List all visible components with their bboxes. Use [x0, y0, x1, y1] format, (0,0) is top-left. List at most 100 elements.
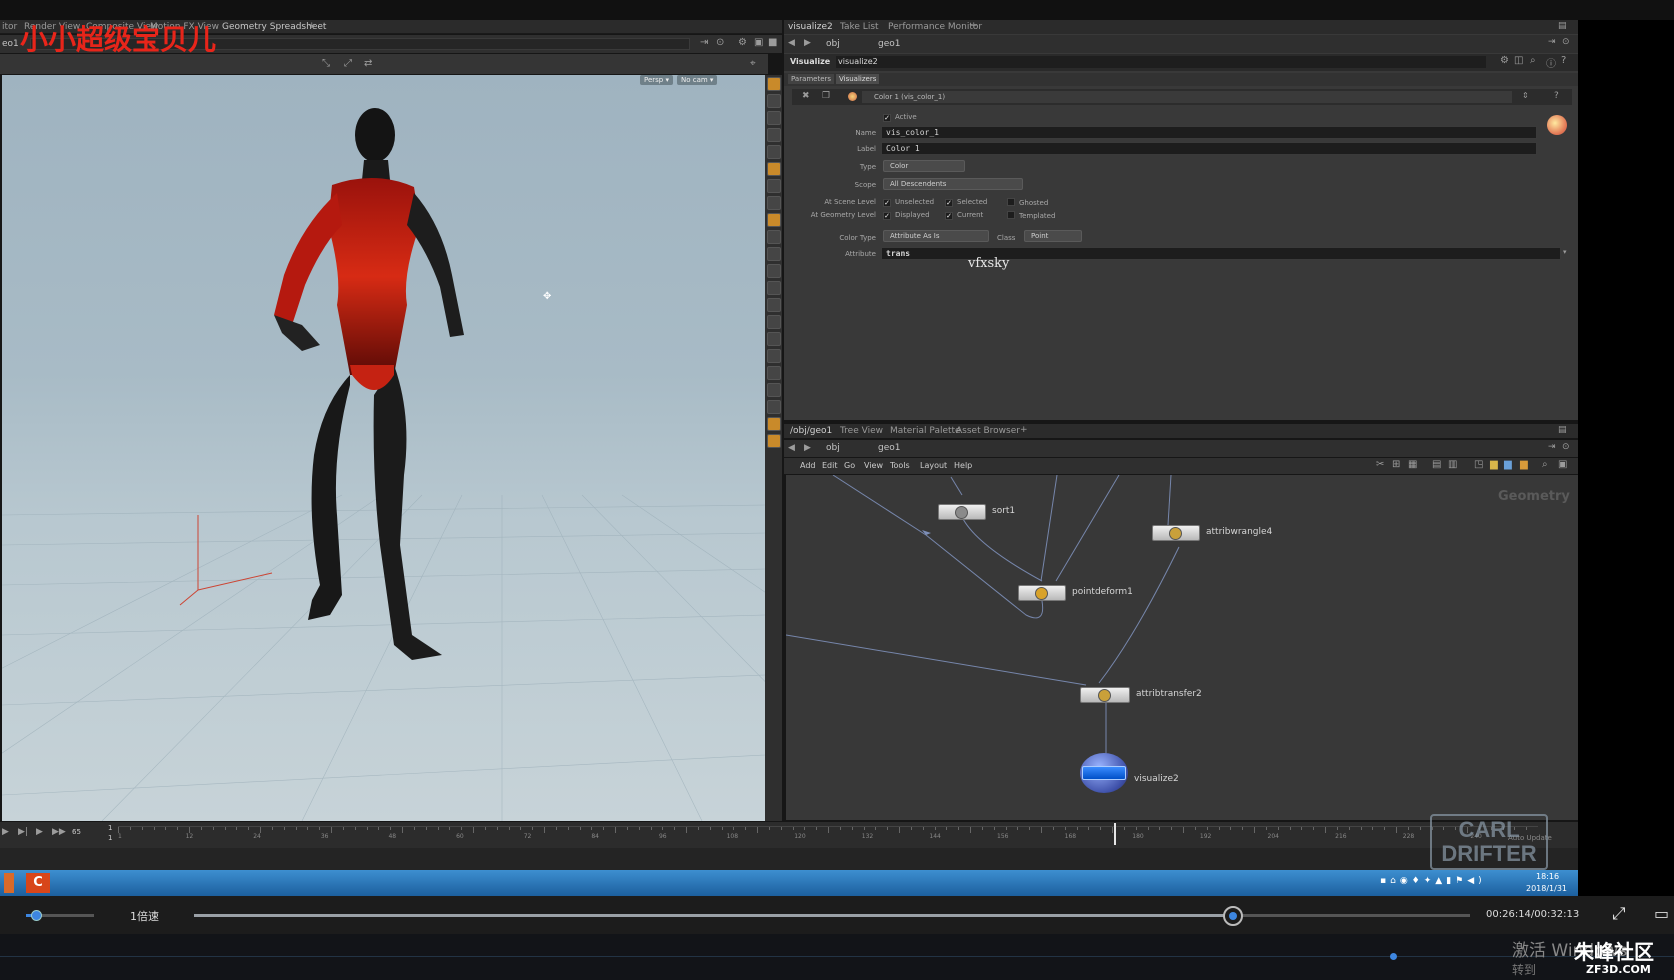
select-tool-icon[interactable]: ⤡	[322, 58, 330, 69]
network-editor[interactable]: Geometry sort1 attribwrangle4 pointdefor…	[786, 475, 1578, 820]
panel-layout-icon[interactable]: ▤	[1558, 21, 1567, 31]
fullscreen-icon[interactable]: ⤢	[1612, 904, 1626, 924]
play-back-icon[interactable]: ▶	[2, 827, 9, 837]
screen-mode-icon[interactable]: ▭	[1654, 904, 1669, 923]
snapshot-icon[interactable]: ◳	[1474, 459, 1483, 470]
network-box-icon[interactable]: ▆	[1504, 459, 1512, 470]
settings-icon[interactable]: ⚙	[738, 37, 747, 48]
node-attribtransfer2[interactable]	[1080, 687, 1130, 703]
params-add-tab-icon[interactable]: +	[970, 21, 978, 31]
pivot-icon[interactable]	[766, 332, 781, 346]
ghost-icon[interactable]	[766, 162, 781, 176]
end-icon[interactable]: ▶▶	[52, 827, 66, 837]
left-tab-0[interactable]: itor	[2, 22, 17, 32]
columns-icon[interactable]: ▥	[1448, 459, 1457, 470]
network-tab-0[interactable]: /obj/geo1	[790, 426, 832, 436]
link-icon-2[interactable]: ⊙	[1562, 37, 1570, 47]
menu-edit[interactable]: Edit	[822, 461, 838, 470]
attribute-menu-icon[interactable]: ▾	[1563, 248, 1567, 256]
viewport-3d[interactable]: Persp ▾ No cam ▾ ✥	[2, 75, 765, 821]
params-path-geo[interactable]: geo1	[878, 39, 900, 49]
volume-knob[interactable]	[31, 910, 43, 921]
network-tab-3[interactable]: Asset Browser	[956, 426, 1020, 436]
group-icon[interactable]	[766, 366, 781, 380]
menu-add[interactable]: Add	[800, 461, 816, 470]
tray-icons[interactable]: ▪⌂◉♦✦▲▮⚑◀)	[1380, 876, 1486, 886]
active-checkbox[interactable]: ✓ Active	[883, 113, 917, 122]
speed-button[interactable]: 1倍速	[130, 908, 159, 924]
cam-button[interactable]: No cam ▾	[677, 75, 718, 85]
timeline-playhead[interactable]	[1114, 823, 1116, 845]
visualizer-selector[interactable]: Color 1 (vis_color_1)	[862, 91, 1512, 103]
network-tab-1[interactable]: Tree View	[840, 426, 883, 436]
params-tab-2[interactable]: Performance Monitor	[888, 22, 982, 32]
add-tab-icon[interactable]: +	[308, 21, 316, 31]
node-attribwrangle4[interactable]	[1152, 525, 1200, 541]
split-icon[interactable]: ◫	[1514, 55, 1523, 66]
lock-icon[interactable]	[766, 111, 781, 125]
selected-checkbox[interactable]: ✓ Selected	[945, 198, 987, 207]
network-path-geo[interactable]: geo1	[878, 443, 900, 453]
gear-icon[interactable]: ⚙	[1500, 55, 1509, 66]
timeline-ruler[interactable]: 1 12 24 36 48 60 72 84 96 108 120 132 144 156 168 180 19…	[118, 823, 1538, 845]
color-type-dropdown[interactable]: Attribute As Is	[883, 230, 989, 242]
wire-icon[interactable]	[766, 230, 781, 244]
class-dropdown[interactable]: Point	[1024, 230, 1082, 242]
forward-icon[interactable]: ▶	[804, 38, 811, 48]
params-path-obj[interactable]: obj	[826, 39, 840, 49]
progress-track[interactable]	[194, 914, 1470, 917]
step-forward-icon[interactable]: ▶|	[18, 827, 28, 837]
vertex-icon[interactable]	[766, 417, 781, 431]
network-path-obj[interactable]: obj	[826, 443, 840, 453]
current-checkbox[interactable]: ✓ Current	[945, 211, 983, 220]
transform-tool-icon[interactable]: ⤢	[344, 58, 352, 69]
node-visualize2[interactable]	[1080, 753, 1128, 793]
node-name-field[interactable]: visualize2	[836, 56, 1486, 68]
menu-go[interactable]: Go	[844, 461, 855, 470]
snap-curve-icon[interactable]	[766, 281, 781, 295]
shading-icon[interactable]	[766, 145, 781, 159]
point-icon[interactable]	[766, 179, 781, 193]
displayed-checkbox[interactable]: ✓ Displayed	[883, 211, 930, 220]
menu-tools[interactable]: Tools	[890, 461, 910, 470]
persp-button[interactable]: Persp ▾	[640, 75, 673, 85]
play-icon[interactable]: ▶	[36, 827, 43, 837]
light-icon[interactable]	[766, 128, 781, 142]
params-tab-1[interactable]: Take List	[840, 22, 879, 32]
uv-icon[interactable]	[766, 213, 781, 227]
selection-mode-icon[interactable]	[766, 349, 781, 363]
node-pointdeform1[interactable]	[1018, 585, 1066, 601]
ghosted-checkbox[interactable]: Ghosted	[1007, 198, 1048, 207]
link-icon[interactable]: ⊙	[716, 37, 724, 48]
wrench-icon[interactable]: ✂	[1376, 459, 1384, 470]
normal-icon[interactable]	[766, 196, 781, 210]
camera-icon[interactable]: ▣	[754, 37, 763, 48]
maximize-icon[interactable]: ■	[768, 37, 777, 48]
display-option-icon-1[interactable]	[766, 77, 781, 91]
progress-knob[interactable]	[1222, 906, 1243, 926]
note-icon[interactable]: ▆	[1490, 459, 1498, 470]
prim-icon[interactable]	[766, 383, 781, 397]
network-forward-icon[interactable]: ▶	[804, 443, 811, 453]
current-frame[interactable]: 65	[72, 828, 81, 836]
handle-tool-icon[interactable]: ⇄	[364, 58, 372, 69]
scope-dropdown[interactable]: All Descendents	[883, 178, 1023, 190]
magnet-icon[interactable]	[766, 315, 781, 329]
label-field[interactable]: Color 1	[881, 142, 1537, 155]
name-field[interactable]: vis_color_1	[881, 126, 1537, 139]
edge-icon[interactable]	[766, 400, 781, 414]
menu-help[interactable]: Help	[954, 461, 972, 470]
node-sort1[interactable]	[938, 504, 986, 520]
pin-icon-2[interactable]: ⇥	[1548, 37, 1556, 47]
info-icon[interactable]: ⓘ	[1546, 55, 1556, 70]
network-back-icon[interactable]: ◀	[788, 443, 795, 453]
help-icon[interactable]: ?	[1561, 55, 1566, 66]
visualizer-menu-icon[interactable]: ⇕	[1522, 91, 1529, 100]
display-option-icon-2[interactable]	[766, 94, 781, 108]
params-tab-0[interactable]: visualize2	[788, 22, 833, 32]
subtab-parameters[interactable]: Parameters	[788, 74, 835, 84]
taskbar-app-icon[interactable]	[4, 873, 14, 893]
network-tab-2[interactable]: Material Palette	[890, 426, 961, 436]
tree-icon[interactable]: ⊞	[1392, 459, 1400, 470]
sticky-icon[interactable]: ▆	[1520, 459, 1528, 470]
